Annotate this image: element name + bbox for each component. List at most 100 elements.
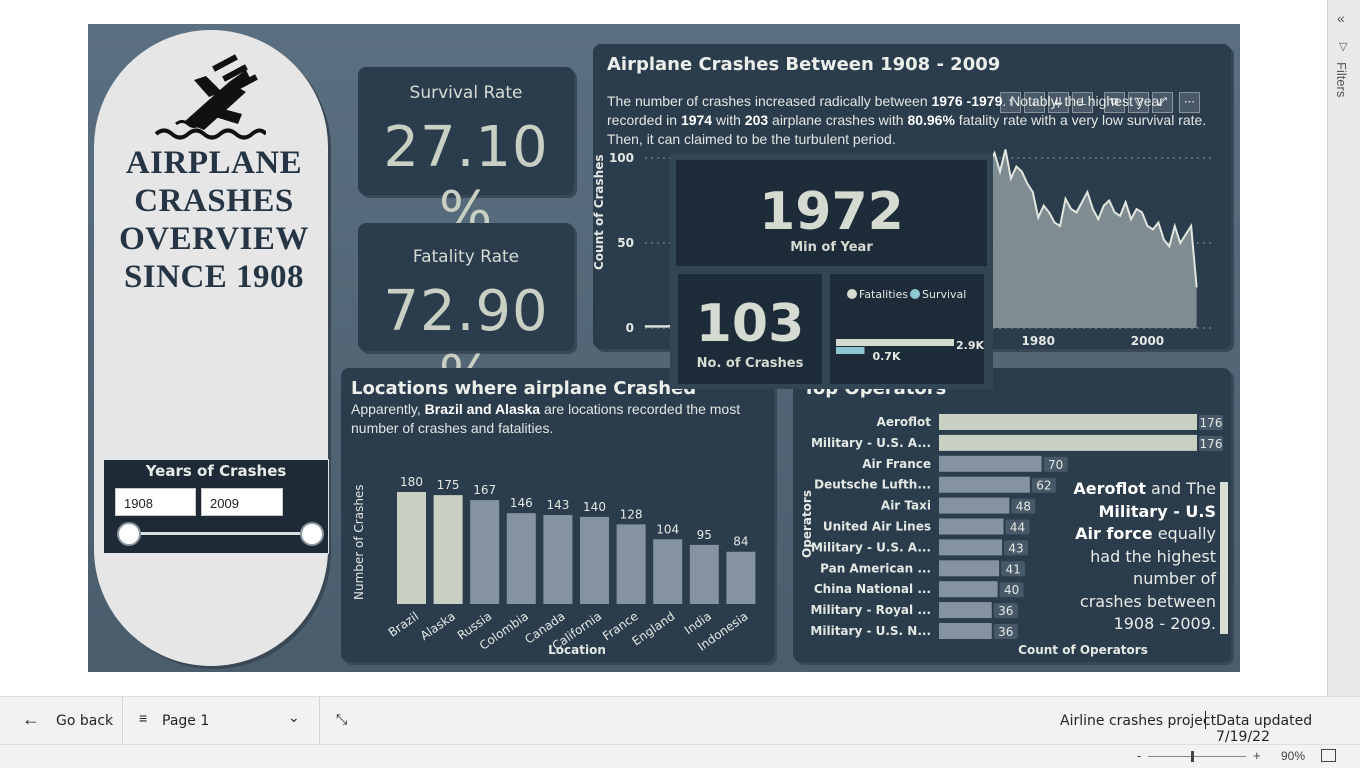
hierarchy-icon[interactable]: ⊥ <box>1072 92 1093 113</box>
title-line-4: SINCE 1908 <box>123 259 305 295</box>
data-point <box>999 171 1001 173</box>
data-point <box>1010 177 1012 179</box>
page-list-icon: ≡ <box>139 710 148 726</box>
legend-fatalities-dot <box>847 289 857 299</box>
operator-value-label: 48 <box>1016 500 1031 514</box>
data-point <box>1054 222 1056 224</box>
fatality-rate-card: Fatality Rate 72.90 % <box>358 223 574 409</box>
focus-mode-icon[interactable]: ⤢ <box>1152 92 1173 113</box>
operator-value-label: 41 <box>1005 562 1020 576</box>
data-point <box>1037 217 1039 218</box>
y-tick-label: 50 <box>617 236 634 250</box>
operator-category-label: Military - U.S. A... <box>811 436 931 450</box>
data-point <box>1130 218 1132 220</box>
zoom-in-button[interactable]: + <box>1253 748 1261 763</box>
operator-bar <box>939 434 1197 451</box>
collapse-filters-icon[interactable]: « <box>1337 10 1345 26</box>
title-pill: AIRPLANE CRASHES OVERVIEW SINCE 1908 Yea… <box>94 30 329 666</box>
data-point <box>1043 205 1045 207</box>
bottom-navigation-bar: ← Go back ≡ Page 1 ⌄ ⤡ Airline crashes p… <box>0 696 1360 745</box>
operator-category-label: Military - Royal ... <box>810 603 931 617</box>
zoom-slider-thumb[interactable] <box>1191 751 1194 762</box>
legend-fatalities-label: Fatalities <box>859 288 908 301</box>
tooltip-year-card: 1972 Min of Year <box>676 160 987 266</box>
back-arrow-icon[interactable]: ← <box>22 709 40 730</box>
operator-bar <box>939 476 1030 493</box>
filters-pane[interactable]: « ▽ Filters <box>1327 0 1360 696</box>
operator-value-label: 40 <box>1004 583 1019 597</box>
title-line-3: OVERVIEW <box>119 221 309 257</box>
y-tick-label: 100 <box>609 151 634 165</box>
zoom-out-button[interactable]: - <box>1137 748 1141 763</box>
project-name: Airline crashes project <box>1060 713 1217 729</box>
airplane-crash-icon <box>154 54 266 140</box>
data-point <box>1032 191 1034 193</box>
operator-bar <box>939 518 1004 535</box>
filter-funnel-icon: ▽ <box>1339 41 1348 53</box>
data-point <box>1103 205 1105 207</box>
x-tick-label: 1980 <box>1022 334 1055 348</box>
page-selector[interactable]: Page 1 <box>162 713 209 729</box>
zoom-slider-track[interactable] <box>1148 756 1246 757</box>
tooltip-crashes-card: 103 No. of Crashes <box>678 274 822 384</box>
location-bar <box>653 539 683 604</box>
operator-category-label: Aeroflot <box>877 415 932 429</box>
fit-to-page-icon[interactable] <box>1321 749 1336 762</box>
status-bar: - + 90% <box>0 744 1360 768</box>
operator-category-label: Deutsche Lufth... <box>814 478 931 492</box>
location-value-label: 95 <box>697 528 712 542</box>
data-point <box>1190 225 1192 227</box>
data-point <box>1081 201 1083 203</box>
data-point <box>1021 171 1023 173</box>
data-point <box>1136 208 1138 210</box>
data-point <box>1114 211 1116 213</box>
data-point <box>1185 234 1187 235</box>
data-point <box>1004 149 1006 150</box>
year-slider-track[interactable] <box>128 532 312 535</box>
year-from-input[interactable]: 1908 <box>115 488 196 516</box>
expand-next-level-icon[interactable]: ⇊ <box>1048 92 1069 113</box>
data-point <box>1157 222 1159 224</box>
more-options-icon[interactable]: ⋯ <box>1179 92 1200 113</box>
data-point <box>1174 225 1176 227</box>
location-value-label: 104 <box>656 522 679 536</box>
go-back-button[interactable]: Go back <box>56 713 113 729</box>
year-slider-start-handle[interactable] <box>117 522 141 546</box>
data-updated-text: Data updated 7/19/22 <box>1216 713 1313 745</box>
data-point <box>1070 208 1072 210</box>
location-value-label: 143 <box>546 498 569 512</box>
drill-up-icon[interactable]: ↑ <box>1000 92 1021 113</box>
data-point <box>1097 218 1099 220</box>
data-point <box>1196 286 1198 288</box>
operator-bar <box>939 455 1042 472</box>
years-slicer: Years of Crashes 1908 2009 <box>103 459 329 554</box>
drill-down-icon[interactable]: ↓ <box>1024 92 1045 113</box>
data-point <box>666 325 668 327</box>
year-to-input[interactable]: 2009 <box>201 488 283 516</box>
tooltip-year-value: 1972 <box>759 182 904 242</box>
report-canvas: AIRPLANE CRASHES OVERVIEW SINCE 1908 Yea… <box>88 24 1240 672</box>
operator-bar <box>939 497 1010 514</box>
operator-category-label: Air France <box>862 457 931 471</box>
survival-rate-label: Survival Rate <box>409 83 523 103</box>
location-bar <box>433 495 463 604</box>
copy-visual-icon[interactable]: ⧉ <box>1104 92 1125 113</box>
data-point <box>1092 208 1094 210</box>
collapse-view-icon[interactable]: ⤡ <box>336 711 347 728</box>
chevron-down-icon[interactable]: ⌄ <box>288 709 300 726</box>
tooltip-year-label: Min of Year <box>790 240 873 255</box>
legend-survival-dot <box>910 289 920 299</box>
operator-category-label: Pan American ... <box>820 561 931 575</box>
years-slicer-title: Years of Crashes <box>145 462 287 480</box>
filter-icon[interactable]: ▽ <box>1128 92 1149 113</box>
x-axis-title: Count of Operators <box>1018 643 1148 657</box>
location-bar <box>543 515 573 604</box>
divider <box>1205 711 1206 729</box>
filters-label[interactable]: Filters <box>1334 62 1349 97</box>
location-bar <box>580 516 609 604</box>
year-slider-end-handle[interactable] <box>300 522 324 546</box>
data-point <box>1108 200 1110 201</box>
operator-category-label: Military - U.S. N... <box>810 624 931 638</box>
operator-value-label: 176 <box>1200 437 1223 451</box>
survival-bar-label: 0.7K <box>872 350 900 363</box>
